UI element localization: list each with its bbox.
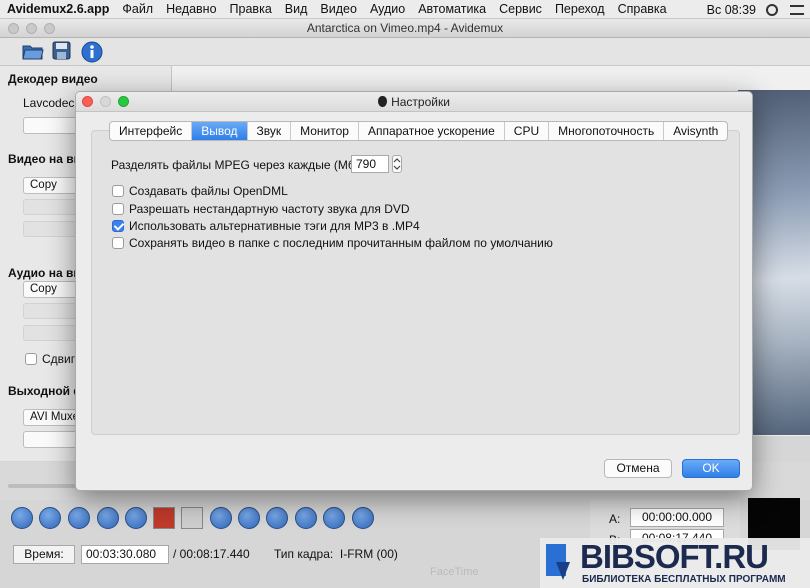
search-icon[interactable] bbox=[766, 3, 778, 16]
window-zoom-button[interactable] bbox=[44, 23, 55, 34]
marker-a-icon[interactable] bbox=[153, 507, 175, 529]
dialog-zoom-button[interactable] bbox=[118, 96, 129, 107]
menu-view[interactable]: Вид bbox=[285, 2, 308, 16]
window-title: Antarctica on Vimeo.mp4 - Avidemux bbox=[306, 21, 504, 35]
open-folder-icon[interactable] bbox=[22, 41, 44, 61]
video-decoder-heading: Декодер видео bbox=[8, 72, 98, 86]
mp3-tags-checkbox[interactable]: Использовать альтернативные тэги для MP3… bbox=[112, 219, 420, 233]
watermark: BIBSOFT.RU БИБЛИОТЕКА БЕСПЛАТНЫХ ПРОГРАМ… bbox=[540, 538, 810, 588]
split-label: Разделять файлы MPEG через каждые (Мб) bbox=[111, 158, 359, 172]
audio-shift-checkbox[interactable]: Сдвиг bbox=[25, 352, 75, 366]
menu-file[interactable]: Файл bbox=[122, 2, 153, 16]
settings-dialog: Настройки Разделять файлы MPEG через каж… bbox=[75, 91, 753, 491]
next-keyframe-icon[interactable] bbox=[238, 507, 260, 529]
audio-output-heading: Аудио на вы bbox=[8, 266, 84, 280]
play-button[interactable] bbox=[11, 507, 33, 529]
mp3-tags-box[interactable] bbox=[112, 220, 124, 232]
watermark-tagline: БИБЛИОТЕКА БЕСПЛАТНЫХ ПРОГРАММ bbox=[582, 574, 786, 585]
video-output-heading: Видео на вы bbox=[8, 152, 84, 166]
prev-keyframe-icon[interactable] bbox=[210, 507, 232, 529]
toolbar bbox=[0, 38, 810, 66]
marker-a-field[interactable]: 00:00:00.000 bbox=[630, 508, 724, 527]
frame-type: Тип кадра: I-FRM (00) bbox=[274, 547, 398, 561]
clock[interactable]: Вс 08:39 bbox=[707, 3, 756, 17]
save-folder-label: Сохранять видео в папке с последним проч… bbox=[129, 236, 553, 250]
menu-audio[interactable]: Аудио bbox=[370, 2, 405, 16]
opendml-checkbox[interactable]: Создавать файлы OpenDML bbox=[112, 184, 288, 198]
prev-black-icon[interactable] bbox=[323, 507, 345, 529]
marker-b-icon[interactable] bbox=[181, 507, 203, 529]
a-label: A: bbox=[609, 512, 621, 526]
opendml-box[interactable] bbox=[112, 185, 124, 197]
menu-recent[interactable]: Недавно bbox=[166, 2, 216, 16]
menu-list-icon[interactable] bbox=[790, 4, 804, 15]
download-logo-icon bbox=[546, 544, 570, 580]
app-menu[interactable]: Avidemux2.6.app bbox=[7, 2, 109, 16]
save-folder-checkbox[interactable]: Сохранять видео в папке с последним проч… bbox=[112, 236, 553, 250]
menu-auto[interactable]: Автоматика bbox=[418, 2, 486, 16]
prev-frame-icon[interactable] bbox=[97, 507, 119, 529]
menu-video[interactable]: Видео bbox=[320, 2, 357, 16]
tab-content-panel: Разделять файлы MPEG через каждые (Мб) 7… bbox=[91, 130, 740, 435]
output-format-heading: Выходной ф bbox=[8, 384, 84, 398]
tab-interface[interactable]: Интерфейс bbox=[110, 122, 193, 140]
total-time: / 00:08:17.440 bbox=[173, 547, 250, 561]
tab-output[interactable]: Вывод bbox=[192, 122, 248, 140]
menu-go[interactable]: Переход bbox=[555, 2, 605, 16]
save-folder-box[interactable] bbox=[112, 237, 124, 249]
dialog-titlebar: Настройки bbox=[76, 92, 752, 112]
window-minimize-button[interactable] bbox=[26, 23, 37, 34]
tab-hw-accel[interactable]: Аппаратное ускорение bbox=[359, 122, 505, 140]
time-label-button[interactable]: Время: bbox=[13, 545, 75, 564]
dvd-audio-box[interactable] bbox=[112, 203, 124, 215]
menu-help[interactable]: Справка bbox=[618, 2, 667, 16]
tab-monitor[interactable]: Монитор bbox=[291, 122, 359, 140]
current-time-field[interactable]: 00:03:30.080 bbox=[81, 545, 169, 564]
menu-edit[interactable]: Правка bbox=[230, 2, 272, 16]
tab-threading[interactable]: Многопоточность bbox=[549, 122, 665, 140]
dialog-close-button[interactable] bbox=[82, 96, 93, 107]
save-icon[interactable] bbox=[51, 41, 73, 61]
info-icon[interactable] bbox=[81, 41, 103, 63]
apple-icon bbox=[378, 96, 388, 107]
watermark-brand: BIBSOFT.RU bbox=[580, 538, 769, 575]
settings-tabs: Интерфейс Вывод Звук Монитор Аппаратное … bbox=[109, 121, 729, 141]
goto-end-icon[interactable] bbox=[295, 507, 317, 529]
menu-tools[interactable]: Сервис bbox=[499, 2, 542, 16]
window-close-button[interactable] bbox=[8, 23, 19, 34]
forward-icon[interactable] bbox=[68, 507, 90, 529]
menu-bar: Avidemux2.6.app Файл Недавно Правка Вид … bbox=[0, 0, 810, 19]
tab-avisynth[interactable]: Avisynth bbox=[664, 122, 727, 140]
ok-button[interactable]: OK bbox=[682, 459, 740, 478]
mp3-tags-label: Использовать альтернативные тэги для MP3… bbox=[129, 219, 420, 233]
decoder-name: Lavcodec bbox=[23, 96, 75, 110]
split-size-stepper[interactable] bbox=[392, 155, 402, 173]
dialog-title: Настройки bbox=[391, 95, 450, 109]
next-black-icon[interactable] bbox=[352, 507, 374, 529]
tab-audio[interactable]: Звук bbox=[248, 122, 292, 140]
window-titlebar: Antarctica on Vimeo.mp4 - Avidemux bbox=[0, 19, 810, 38]
rewind-icon[interactable] bbox=[39, 507, 61, 529]
shift-label: Сдвиг bbox=[42, 352, 76, 366]
tab-cpu[interactable]: CPU bbox=[505, 122, 550, 140]
split-size-input[interactable]: 790 bbox=[351, 155, 389, 173]
next-frame-icon[interactable] bbox=[125, 507, 147, 529]
opendml-label: Создавать файлы OpenDML bbox=[129, 184, 288, 198]
dvd-audio-checkbox[interactable]: Разрешать нестандартную частоту звука дл… bbox=[112, 202, 410, 216]
cancel-button[interactable]: Отмена bbox=[604, 459, 672, 478]
dialog-minimize-button[interactable] bbox=[100, 96, 111, 107]
facetime-label: FaceTime bbox=[430, 566, 479, 578]
goto-start-icon[interactable] bbox=[266, 507, 288, 529]
dvd-audio-label: Разрешать нестандартную частоту звука дл… bbox=[129, 202, 410, 216]
shift-box[interactable] bbox=[25, 353, 37, 365]
